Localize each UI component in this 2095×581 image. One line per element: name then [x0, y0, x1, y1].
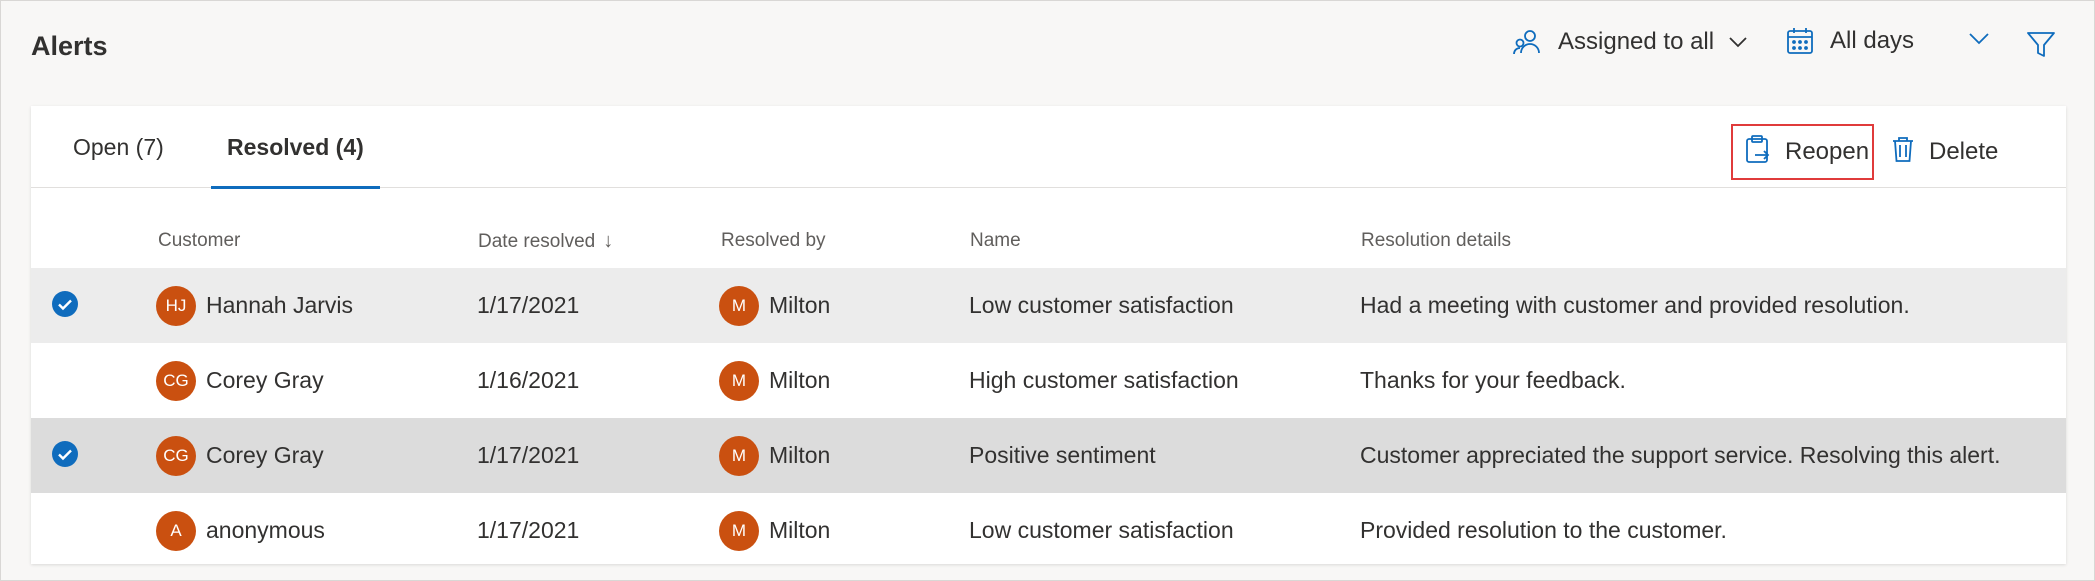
resolved-by-cell: M Milton — [719, 418, 830, 493]
filter-button[interactable] — [2026, 29, 2056, 59]
date-resolved-cell: 1/17/2021 — [477, 517, 580, 543]
customer-cell: CG Corey Gray — [156, 343, 324, 418]
sort-down-icon: ↓ — [603, 230, 614, 252]
customer-name: Corey Gray — [206, 442, 324, 468]
resolver-name: Milton — [769, 442, 831, 468]
delete-button[interactable]: Delete — [1891, 124, 1998, 180]
resolved-by-cell: M Milton — [719, 268, 830, 343]
customer-cell: CG Corey Gray — [156, 418, 324, 493]
column-header-resolved-by[interactable]: Resolved by — [721, 230, 826, 252]
date-resolved-cell: 1/17/2021 — [477, 442, 580, 468]
table-row[interactable]: CG Corey Gray 1/16/2021 M Milton High cu… — [31, 343, 2066, 418]
avatar: M — [719, 360, 759, 401]
customer-cell: A anonymous — [156, 493, 325, 568]
avatar: HJ — [156, 285, 196, 326]
assigned-filter-dropdown[interactable]: Assigned to all — [1512, 27, 1748, 57]
customer-name: anonymous — [206, 517, 325, 543]
resolver-name: Milton — [769, 292, 831, 318]
avatar: CG — [156, 435, 196, 476]
alert-name-cell: Low customer satisfaction — [969, 517, 1234, 543]
reopen-button[interactable]: Reopen — [1731, 124, 1874, 180]
column-header-name[interactable]: Name — [970, 230, 1021, 252]
column-header-resolution-details[interactable]: Resolution details — [1361, 230, 1511, 252]
resolution-details-cell: Had a meeting with customer and provided… — [1360, 292, 1910, 318]
reopen-label: Reopen — [1785, 138, 1870, 165]
avatar: M — [719, 510, 759, 551]
calendar-icon — [1786, 27, 1814, 55]
alert-name-cell: Low customer satisfaction — [969, 292, 1234, 318]
people-icon — [1512, 27, 1542, 57]
page-title: Alerts — [31, 31, 108, 61]
avatar: A — [156, 510, 196, 551]
column-header-date-label: Date resolved — [478, 231, 596, 252]
filter-icon — [2026, 29, 2056, 59]
table-body: HJ Hannah Jarvis 1/17/2021 M Milton Low … — [31, 268, 2066, 568]
tab-open[interactable]: Open (7) — [73, 134, 164, 188]
alert-name-cell: High customer satisfaction — [969, 367, 1239, 393]
avatar: M — [719, 285, 759, 326]
customer-cell: HJ Hannah Jarvis — [156, 268, 353, 343]
resolution-details-cell: Provided resolution to the customer. — [1360, 517, 1727, 543]
date-resolved-cell: 1/16/2021 — [477, 367, 580, 393]
date-range-chevron[interactable] — [1968, 31, 1990, 45]
alert-name-cell: Positive sentiment — [969, 442, 1156, 468]
avatar: M — [719, 435, 759, 476]
column-header-customer[interactable]: Customer — [158, 230, 240, 252]
table-row[interactable]: HJ Hannah Jarvis 1/17/2021 M Milton Low … — [31, 268, 2066, 343]
resolver-name: Milton — [769, 367, 831, 393]
date-resolved-cell: 1/17/2021 — [477, 292, 580, 318]
resolution-details-cell: Thanks for your feedback. — [1360, 367, 1626, 393]
chevron-down-icon — [1728, 35, 1748, 49]
avatar: CG — [156, 360, 196, 401]
checkmark-circle-icon[interactable] — [51, 290, 79, 318]
delete-label: Delete — [1929, 138, 1999, 165]
resolved-by-cell: M Milton — [719, 343, 830, 418]
resolved-by-cell: M Milton — [719, 493, 830, 568]
clipboard-icon — [1745, 134, 1771, 171]
alerts-card: Open (7) Resolved (4) Reopen Delete Cust… — [31, 106, 2066, 564]
tabs-bar: Open (7) Resolved (4) Reopen Delete — [31, 106, 2066, 189]
chevron-down-icon — [1968, 31, 1990, 45]
tab-resolved[interactable]: Resolved (4) — [211, 134, 380, 189]
customer-name: Corey Gray — [206, 367, 324, 393]
resolution-details-cell: Customer appreciated the support service… — [1360, 442, 2001, 468]
date-range-dropdown[interactable]: All days — [1786, 27, 1928, 55]
date-range-label: All days — [1830, 27, 1915, 54]
table-header: Customer Date resolved ↓ Resolved by Name… — [31, 188, 2066, 268]
column-header-date-resolved[interactable]: Date resolved ↓ — [478, 230, 613, 253]
app-frame: Alerts Assigned to all All days Open (7)… — [0, 0, 2095, 581]
table-row[interactable]: A anonymous 1/17/2021 M Milton Low custo… — [31, 493, 2066, 568]
resolver-name: Milton — [769, 517, 831, 543]
checkmark-circle-icon[interactable] — [51, 440, 79, 468]
table-row[interactable]: CG Corey Gray 1/17/2021 M Milton Positiv… — [31, 418, 2066, 493]
trash-icon — [1891, 135, 1915, 170]
customer-name: Hannah Jarvis — [206, 292, 354, 318]
assigned-filter-label: Assigned to all — [1558, 28, 1715, 55]
